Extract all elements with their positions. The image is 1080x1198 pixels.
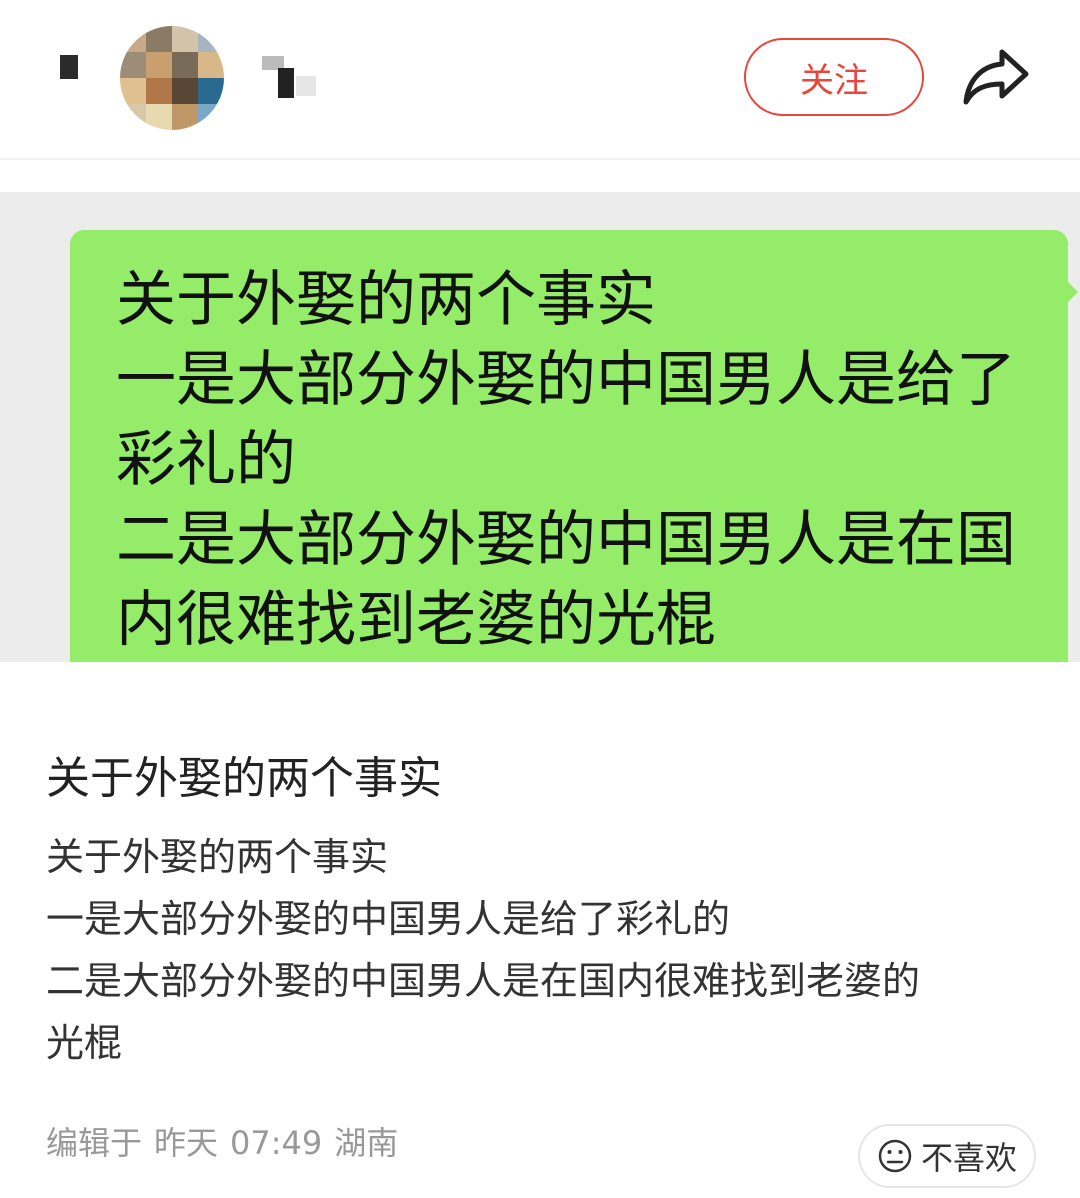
bubble-line: 内很难找到老婆的光棍 — [116, 585, 716, 655]
location: 湖南 — [334, 1124, 399, 1162]
body-line: 光棍 — [46, 1021, 123, 1065]
back-icon[interactable] — [60, 55, 78, 79]
bubble-tail — [1064, 278, 1078, 306]
edited-prefix: 编辑于 — [46, 1124, 143, 1162]
body-line: 关于外娶的两个事实 — [46, 835, 389, 879]
body-line: 二是大部分外娶的中国男人是在国内很难找到老婆的 — [46, 959, 921, 1003]
post-title: 关于外娶的两个事实 — [46, 753, 442, 804]
post-image[interactable]: 关于外娶的两个事实 一是大部分外娶的中国男人是给了 彩礼的 二是大部分外娶的中国… — [0, 192, 1080, 662]
edited-time: 07:49 — [230, 1124, 323, 1162]
edited-day: 昨天 — [154, 1124, 219, 1162]
username[interactable] — [262, 56, 318, 98]
bubble-line: 二是大部分外娶的中国男人是在国 — [116, 505, 1016, 575]
avatar[interactable] — [120, 26, 224, 130]
body-line: 一是大部分外娶的中国男人是给了彩礼的 — [46, 897, 731, 941]
post-meta: 编辑于 昨天 07:49 湖南 — [46, 1118, 410, 1164]
follow-button[interactable]: 关注 — [744, 38, 924, 116]
bubble-line: 一是大部分外娶的中国男人是给了 — [116, 345, 1016, 415]
dislike-button[interactable]: 不喜欢 — [858, 1124, 1036, 1188]
share-icon[interactable] — [960, 46, 1032, 106]
post-body: 关于外娶的两个事实 一是大部分外娶的中国男人是给了彩礼的 二是大部分外娶的中国男… — [46, 826, 1046, 1074]
bubble-line: 关于外娶的两个事实 — [116, 265, 656, 335]
bubble-text: 关于外娶的两个事实 一是大部分外娶的中国男人是给了 彩礼的 二是大部分外娶的中国… — [116, 260, 1046, 660]
dislike-label: 不喜欢 — [920, 1139, 1017, 1177]
neutral-face-icon — [878, 1139, 912, 1173]
chat-bubble: 关于外娶的两个事实 一是大部分外娶的中国男人是给了 彩礼的 二是大部分外娶的中国… — [70, 230, 1068, 662]
bubble-line: 彩礼的 — [116, 425, 296, 495]
post-header: 关注 — [0, 0, 1080, 160]
